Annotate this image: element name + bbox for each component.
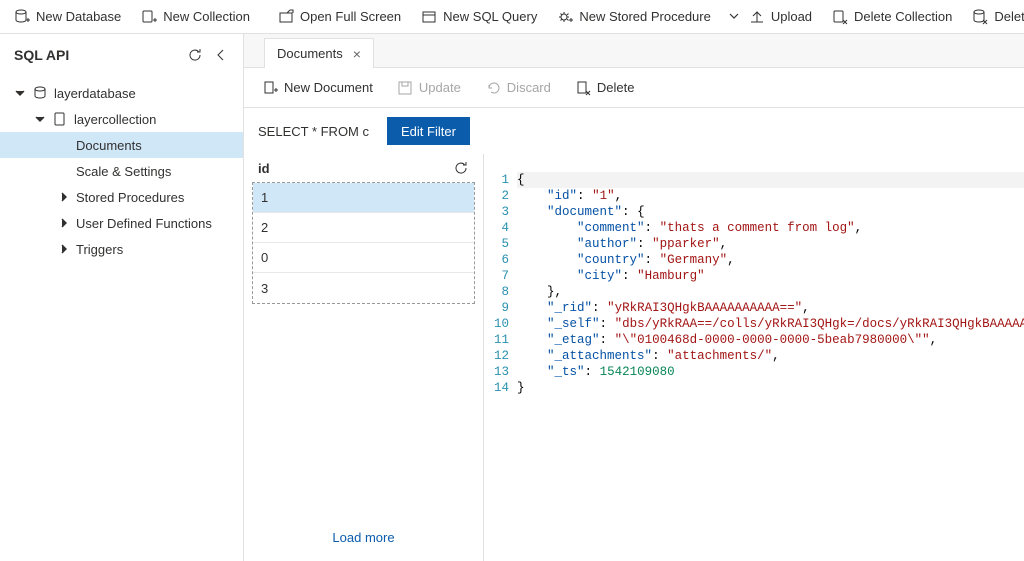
- open-full-screen-button[interactable]: Open Full Screen: [268, 0, 411, 33]
- new-collection-button[interactable]: New Collection: [131, 0, 260, 33]
- undo-icon: [485, 80, 501, 96]
- collection-delete-icon: [832, 9, 848, 25]
- delete-database-label: Delete Datab: [994, 9, 1024, 24]
- sql-query-icon: [421, 9, 437, 25]
- open-full-screen-label: Open Full Screen: [300, 9, 401, 24]
- upload-icon: [749, 9, 765, 25]
- sidebar-title: SQL API: [14, 47, 69, 63]
- new-sql-query-label: New SQL Query: [443, 9, 537, 24]
- collection-icon: [52, 111, 68, 127]
- database-icon: [32, 85, 48, 101]
- tree-database[interactable]: layerdatabase: [0, 80, 243, 106]
- dropdown-icon[interactable]: [729, 9, 739, 24]
- document-plus-icon: [262, 80, 278, 96]
- delete-database-button[interactable]: Delete Datab: [962, 0, 1024, 33]
- query-text: SELECT * FROM c: [258, 124, 369, 139]
- delete-label: Delete: [597, 80, 635, 95]
- idlist-row[interactable]: 1: [253, 183, 474, 213]
- gear-plus-icon: [557, 9, 573, 25]
- tab-documents[interactable]: Documents ×: [264, 38, 374, 68]
- refresh-icon[interactable]: [187, 47, 203, 63]
- document-delete-icon: [575, 80, 591, 96]
- tree-item[interactable]: Triggers: [0, 236, 243, 262]
- update-label: Update: [419, 80, 461, 95]
- idlist-row[interactable]: 2: [253, 213, 474, 243]
- delete-collection-label: Delete Collection: [854, 9, 952, 24]
- save-icon: [397, 80, 413, 96]
- new-document-label: New Document: [284, 80, 373, 95]
- top-toolbar: New Database New Collection Open Full Sc…: [0, 0, 1024, 34]
- code-area[interactable]: { "id": "1", "document": { "comment": "t…: [517, 172, 1024, 561]
- tab-label: Documents: [277, 46, 343, 61]
- document-toolbar: New Document Update Discard Delete: [244, 68, 1024, 108]
- new-sql-query-button[interactable]: New SQL Query: [411, 0, 547, 33]
- new-stored-procedure-label: New Stored Procedure: [579, 9, 711, 24]
- tree-item[interactable]: User Defined Functions: [0, 210, 243, 236]
- tree-collection[interactable]: layercollection: [0, 106, 243, 132]
- new-document-button[interactable]: New Document: [252, 68, 383, 107]
- discard-button: Discard: [475, 68, 561, 107]
- edit-filter-button[interactable]: Edit Filter: [387, 117, 470, 145]
- idlist-row[interactable]: 0: [253, 243, 474, 273]
- resource-tree: layerdatabaselayercollectionDocumentsSca…: [0, 76, 243, 266]
- update-button: Update: [387, 68, 471, 107]
- query-row: SELECT * FROM c Edit Filter: [244, 108, 1024, 154]
- discard-label: Discard: [507, 80, 551, 95]
- load-more-link[interactable]: Load more: [252, 516, 475, 549]
- new-database-label: New Database: [36, 9, 121, 24]
- document-id-list: id 1203 Load more: [244, 154, 484, 561]
- delete-button[interactable]: Delete: [565, 68, 645, 107]
- idlist-header-label: id: [258, 161, 270, 176]
- database-plus-icon: [14, 9, 30, 25]
- database-delete-icon: [972, 9, 988, 25]
- collapse-icon[interactable]: [213, 47, 229, 63]
- close-icon[interactable]: ×: [353, 46, 361, 62]
- tree-item[interactable]: Scale & Settings: [0, 158, 243, 184]
- main-panel: Documents × New Document Update Discard …: [244, 34, 1024, 561]
- upload-label: Upload: [771, 9, 812, 24]
- new-stored-procedure-button[interactable]: New Stored Procedure: [547, 0, 721, 33]
- json-editor[interactable]: 1234567891011121314 { "id": "1", "docume…: [484, 154, 1024, 561]
- delete-collection-button[interactable]: Delete Collection: [822, 0, 962, 33]
- sidebar: SQL API layerdatabaselayercollectionDocu…: [0, 34, 244, 561]
- line-gutter: 1234567891011121314: [484, 172, 517, 561]
- upload-button[interactable]: Upload: [739, 0, 822, 33]
- refresh-icon[interactable]: [453, 160, 469, 176]
- tree-item[interactable]: Documents: [0, 132, 243, 158]
- new-collection-label: New Collection: [163, 9, 250, 24]
- tree-item[interactable]: Stored Procedures: [0, 184, 243, 210]
- new-database-button[interactable]: New Database: [4, 0, 131, 33]
- fullscreen-icon: [278, 9, 294, 25]
- idlist-row[interactable]: 3: [253, 273, 474, 303]
- tab-bar: Documents ×: [244, 34, 1024, 68]
- sidebar-header: SQL API: [0, 34, 243, 76]
- collection-plus-icon: [141, 9, 157, 25]
